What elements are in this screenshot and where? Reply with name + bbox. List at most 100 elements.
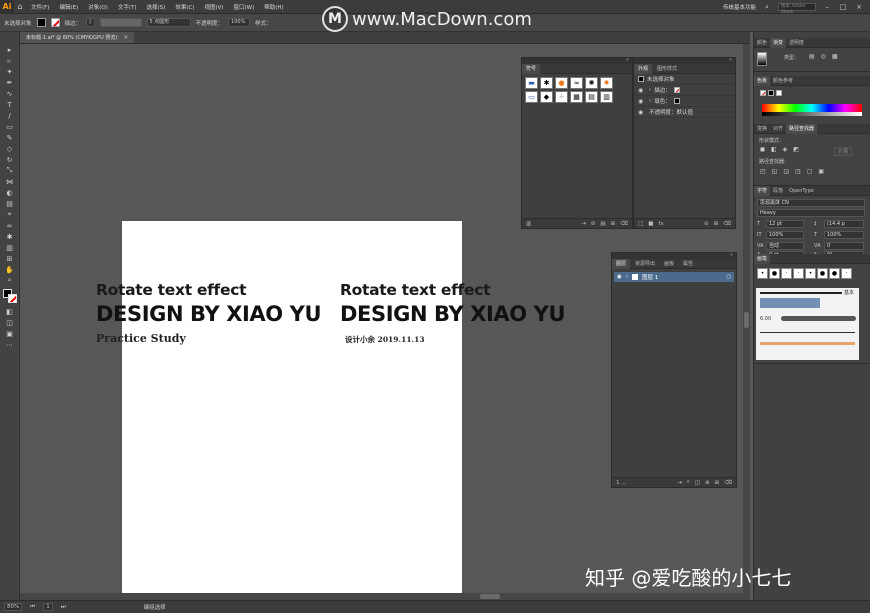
symbol-item[interactable]: ⁘ xyxy=(555,91,568,103)
tracking-field[interactable]: 0 xyxy=(824,242,864,250)
pattern-brush-stroke[interactable] xyxy=(760,298,820,308)
chevron-right-icon[interactable]: › xyxy=(626,274,628,280)
tab-graphic-styles[interactable]: 图形样式 xyxy=(653,64,681,74)
brush-preset[interactable]: ● xyxy=(829,268,840,279)
scale-tool-icon[interactable]: ⤡ xyxy=(4,165,16,176)
blend-tool-icon[interactable]: ∞ xyxy=(4,220,16,231)
trim-icon[interactable]: ◱ xyxy=(772,168,778,175)
type-tool-icon[interactable]: T xyxy=(4,99,16,110)
shape-builder-icon[interactable]: ◐ xyxy=(4,187,16,198)
stroke-swatch[interactable] xyxy=(50,18,60,27)
right-headline[interactable]: Rotate text effect xyxy=(340,281,491,299)
symbol-item[interactable]: ✱ xyxy=(540,77,553,89)
font-family-field[interactable]: 思源黑体 CN xyxy=(757,199,865,207)
tab-brushes[interactable]: 画笔 xyxy=(754,253,771,264)
close-tab-icon[interactable]: × xyxy=(123,34,128,41)
brush-preset[interactable]: · xyxy=(793,268,804,279)
menu-file[interactable]: 文件(F) xyxy=(26,3,54,11)
symbol-item[interactable]: ▥ xyxy=(600,91,613,103)
freeform-gradient-icon[interactable]: ▦ xyxy=(832,53,838,60)
first-page-icon[interactable]: ⏮ xyxy=(30,604,35,611)
search-icon[interactable]: ⌕ xyxy=(762,3,772,12)
menu-object[interactable]: 对象(O) xyxy=(83,3,113,11)
layer-name[interactable]: 图层 1 xyxy=(642,273,658,281)
menu-select[interactable]: 选择(S) xyxy=(142,3,171,11)
swatch-white[interactable] xyxy=(776,90,782,96)
menu-help[interactable]: 帮助(H) xyxy=(259,3,288,11)
symbol-item[interactable]: ▭ xyxy=(525,91,538,103)
calligraphic-brush-stroke[interactable] xyxy=(760,332,855,333)
font-size-field[interactable]: 12 pt xyxy=(766,220,804,228)
brush-preset[interactable]: · xyxy=(781,268,792,279)
exclude-icon[interactable]: ◩ xyxy=(793,146,799,153)
tab-gradient[interactable]: 渐变 xyxy=(770,37,787,48)
close-icon[interactable]: × xyxy=(854,3,864,11)
linear-gradient-icon[interactable]: ▤ xyxy=(809,53,815,60)
tab-transparency[interactable]: 透明度 xyxy=(786,38,807,48)
tab-pathfinder[interactable]: 路径查找器 xyxy=(786,123,818,134)
tab-appearance[interactable]: 外观 xyxy=(634,63,653,74)
left-design-title[interactable]: DESIGN BY XIAO YU xyxy=(96,302,321,326)
symbol-item[interactable]: ✺ xyxy=(585,77,598,89)
eye-icon[interactable]: ◉ xyxy=(638,98,646,105)
symbol-item[interactable]: ▤ xyxy=(585,91,598,103)
chevron-right-icon[interactable]: › xyxy=(649,98,651,104)
delete-layer-icon[interactable]: ⌫ xyxy=(724,480,732,486)
horizontal-scroll-thumb[interactable] xyxy=(480,594,500,599)
symbol-options-icon[interactable]: ▤ xyxy=(600,221,605,227)
appearance-stroke-row[interactable]: ◉ › 描边： xyxy=(634,85,735,96)
magic-wand-icon[interactable]: ✦ xyxy=(4,66,16,77)
expand-button[interactable]: 扩展 xyxy=(834,147,853,156)
pen-tool-icon[interactable]: ✒ xyxy=(4,77,16,88)
tab-artboards[interactable]: 画板 xyxy=(660,259,678,269)
tab-symbols[interactable]: 符号 xyxy=(522,63,541,74)
document-tab[interactable]: 未标题-1.ai* @ 80% (CMYK/GPU 预览) × xyxy=(20,32,135,43)
symbol-library-icon[interactable]: ▥ xyxy=(526,221,531,227)
delete-item-icon[interactable]: ⌫ xyxy=(723,221,731,227)
eraser-icon[interactable]: ◇ xyxy=(4,143,16,154)
tab-transform[interactable]: 变换 xyxy=(754,124,770,134)
tab-swatches[interactable]: 色板 xyxy=(754,75,771,86)
add-stroke-icon[interactable]: □ xyxy=(638,221,643,227)
chevron-right-icon[interactable]: › xyxy=(649,87,651,93)
swatch-none[interactable] xyxy=(760,90,766,96)
tab-opentype[interactable]: OpenType xyxy=(786,186,817,196)
export-icon[interactable]: ⇥ xyxy=(677,480,682,486)
horizontal-scrollbar[interactable] xyxy=(20,593,743,600)
eye-icon[interactable]: ◉ xyxy=(638,87,646,94)
merge-icon[interactable]: ◲ xyxy=(783,168,789,175)
symbol-item[interactable]: ≈ xyxy=(570,77,583,89)
stroke-color-box[interactable] xyxy=(7,294,17,303)
break-link-icon[interactable]: ⊘ xyxy=(591,221,596,227)
width-tool-icon[interactable]: ⋈ xyxy=(4,176,16,187)
horizontal-scale-field[interactable]: 100% xyxy=(824,231,864,239)
radial-gradient-icon[interactable]: ◎ xyxy=(821,53,826,60)
basic-brush-stroke[interactable] xyxy=(760,292,842,294)
screen-mode-icon[interactable]: ▣ xyxy=(4,328,16,339)
workspace-switcher[interactable]: 传统基本功能 xyxy=(723,3,756,11)
stroke-weight-field[interactable]: ◊ xyxy=(86,18,95,27)
rectangle-tool-icon[interactable]: ▭ xyxy=(4,121,16,132)
brush-preset[interactable]: • xyxy=(757,268,768,279)
delete-symbol-icon[interactable]: ⌫ xyxy=(620,221,628,227)
zoom-tool-icon[interactable]: ⌕ xyxy=(4,275,16,286)
zoom-field[interactable]: 80% xyxy=(4,603,23,611)
variable-width-field[interactable] xyxy=(99,18,142,27)
menu-type[interactable]: 文字(T) xyxy=(113,3,142,11)
rotate-tool-icon[interactable]: ↻ xyxy=(4,154,16,165)
layer-row[interactable]: ◉ › 图层 1 ○ xyxy=(614,272,734,282)
kerning-field[interactable]: 自动 xyxy=(766,242,804,250)
brush-preset[interactable]: ● xyxy=(817,268,828,279)
opacity-field[interactable]: 100% xyxy=(228,18,251,27)
menu-window[interactable]: 窗口(W) xyxy=(229,3,260,11)
color-mode-icon[interactable]: ◧ xyxy=(4,306,16,317)
line-tool-icon[interactable]: / xyxy=(4,110,16,121)
appearance-opacity-row[interactable]: ◉ 不透明度：默认值 xyxy=(634,107,735,118)
tab-character[interactable]: 字符 xyxy=(754,185,771,196)
left-subtitle[interactable]: Practice Study xyxy=(96,332,186,345)
brush-preset[interactable]: ● xyxy=(769,268,780,279)
direct-selection-tool-icon[interactable]: ▹ xyxy=(4,55,16,66)
right-design-title[interactable]: DESIGN BY XIAO YU xyxy=(340,302,565,326)
vertical-scroll-thumb[interactable] xyxy=(744,312,749,328)
add-fill-icon[interactable]: ■ xyxy=(648,221,653,227)
